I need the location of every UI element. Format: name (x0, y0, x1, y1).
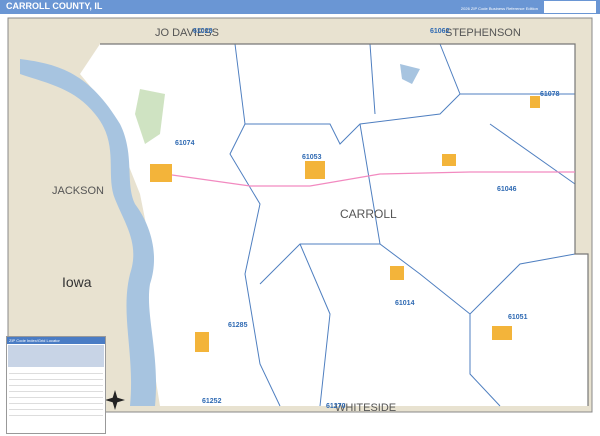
header-bar: CARROLL COUNTY, IL 2026 ZIP Code Busines… (0, 0, 600, 14)
legend-panel: ZIP Code Index/Grid Locator (6, 336, 106, 434)
zip-label: 61053 (302, 154, 322, 161)
zip-label: 61252 (202, 398, 222, 405)
publisher-logo (544, 1, 596, 13)
zip-index-table (8, 345, 104, 367)
map-title: CARROLL COUNTY, IL (6, 1, 103, 11)
zip-label: 61028 (193, 28, 213, 35)
county-label-stephenson: STEPHENSON (445, 27, 521, 39)
zip-label: 61046 (497, 186, 517, 193)
zip-label: 61270 (326, 403, 346, 410)
zip-label: 61014 (395, 300, 415, 307)
zip-label: 61074 (175, 140, 195, 147)
zip-label: 61285 (228, 322, 248, 329)
zip-label: 61078 (540, 91, 560, 98)
edition-label: 2026 ZIP Code Business Reference Edition (460, 6, 538, 11)
county-label-jackson: JACKSON (52, 185, 104, 197)
state-label-iowa: Iowa (62, 274, 92, 290)
zip-label: 61051 (508, 314, 528, 321)
county-label-carroll: CARROLL (340, 207, 397, 221)
zip-label: 61062 (430, 28, 450, 35)
legend-title: ZIP Code Index/Grid Locator (7, 337, 105, 344)
